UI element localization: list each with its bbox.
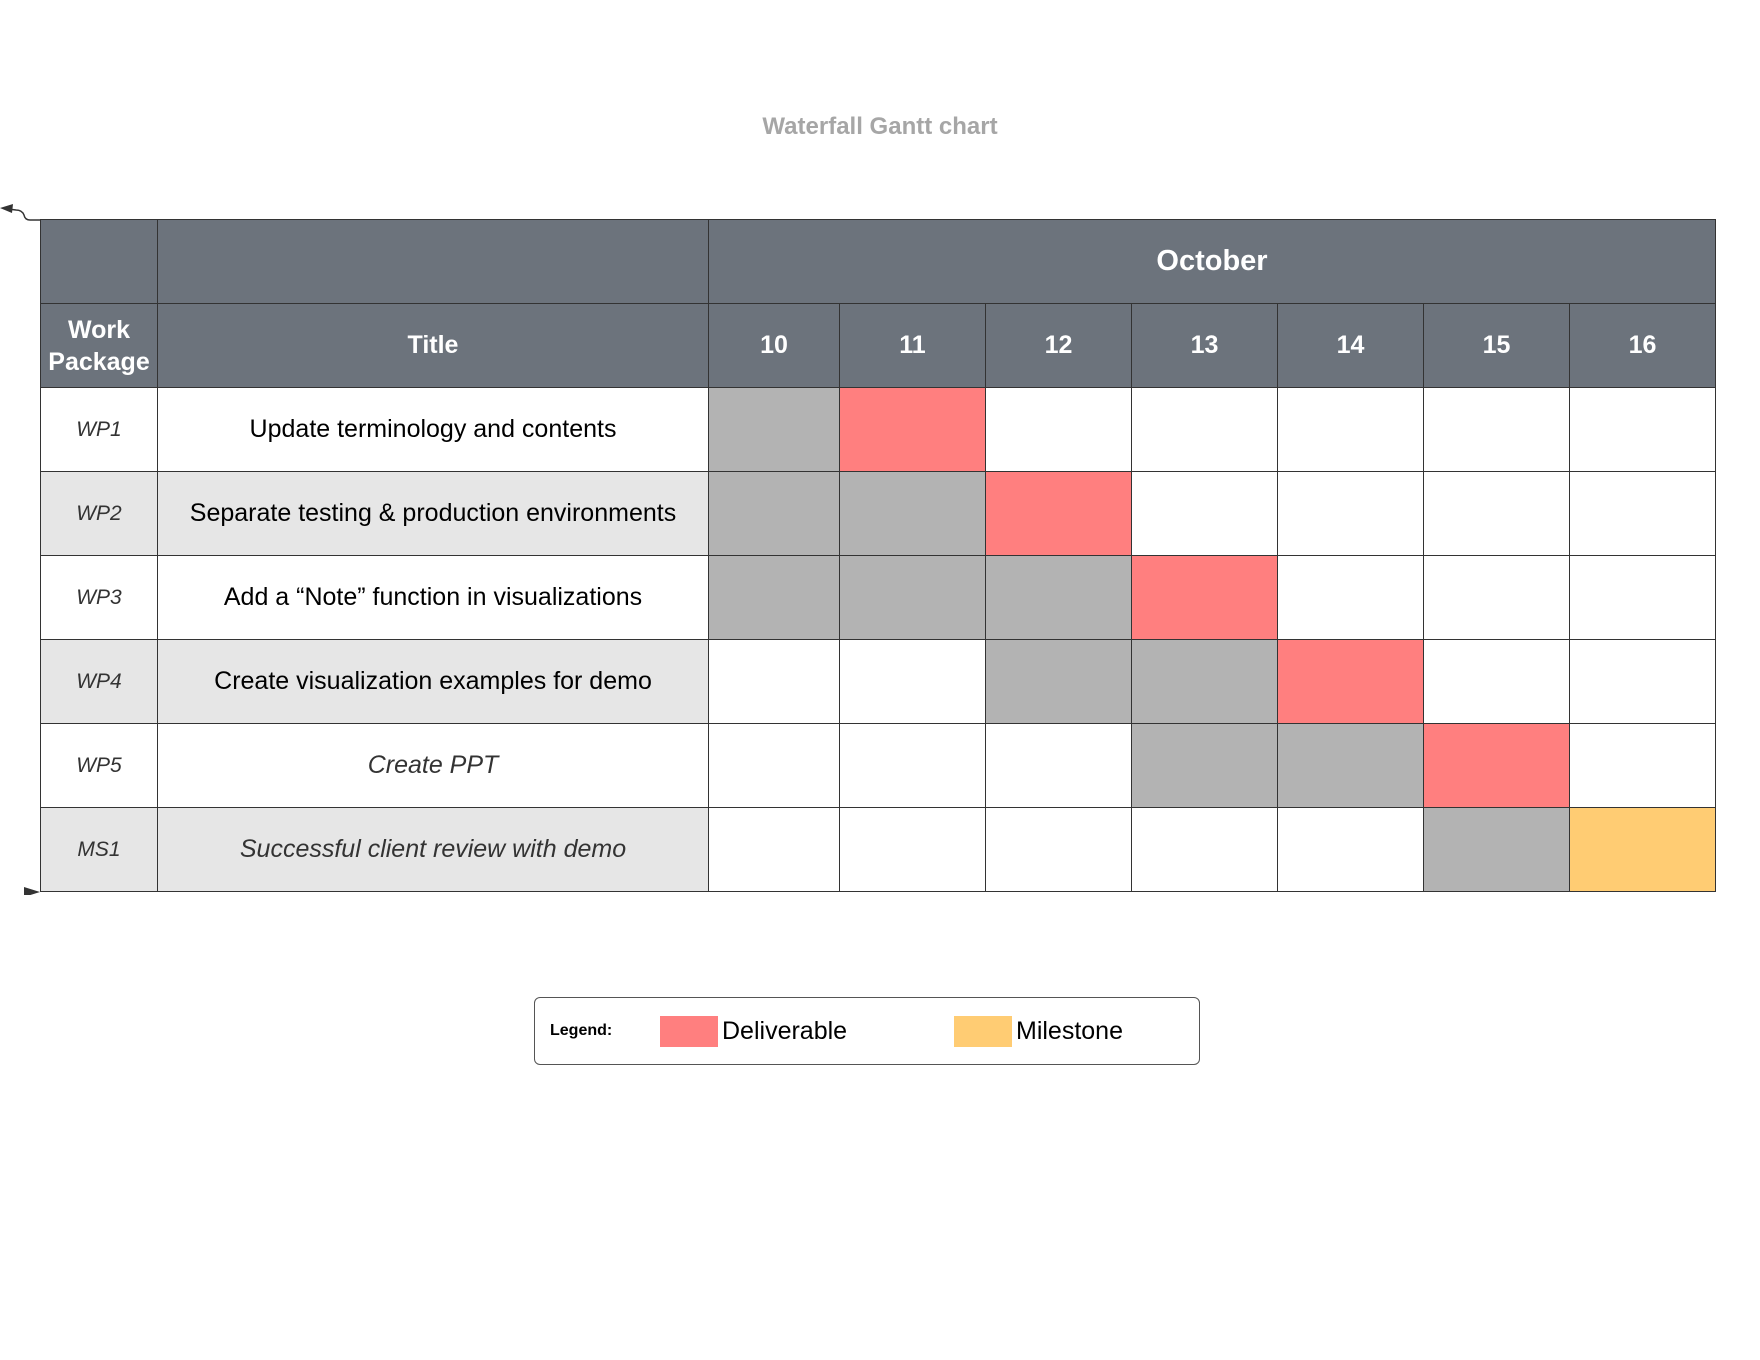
gantt-cell-empty [1423,387,1570,472]
legend-text-milestone: Milestone [1016,1017,1123,1045]
connector-arrow [0,204,40,895]
gantt-cell-empty [708,807,840,892]
gantt-cell-work [708,471,840,556]
gantt-body: WP1 Update terminology and contents WP2 Sep… [40,387,1716,892]
work-package-id: WP4 [40,639,158,724]
gantt-cell-deliverable [1423,723,1570,808]
task-title: Add a “Note” function in visualizations [157,555,709,640]
day-header: 16 [1569,303,1716,388]
blank-header-cell [157,219,709,304]
table-row: WP1 Update terminology and contents [40,387,1716,472]
task-title: Update terminology and contents [157,387,709,472]
table-row: WP3 Add a “Note” function in visualizatio… [40,555,1716,640]
gantt-cell-empty [1277,387,1424,472]
gantt-cell-work [1277,723,1424,808]
gantt-cell-empty [985,723,1132,808]
gantt-cell-empty [839,723,986,808]
gantt-cell-empty [1569,555,1716,640]
gantt-cell-milestone [1569,807,1716,892]
gantt-cell-empty [1131,387,1278,472]
gantt-cell-work [1423,807,1570,892]
title-header: Title [157,303,709,388]
gantt-cell-empty [1569,471,1716,556]
gantt-cell-empty [1131,807,1278,892]
gantt-cell-empty [985,387,1132,472]
gantt-cell-deliverable [1277,639,1424,724]
task-title: Create visualization examples for demo [157,639,709,724]
legend-swatch-milestone [954,1016,1012,1047]
column-header-row: Work Package Title 10 11 12 13 14 15 16 [40,303,1716,388]
gantt-cell-deliverable [1131,555,1278,640]
task-title: Successful client review with demo [157,807,709,892]
gantt-cell-empty [839,807,986,892]
gantt-cell-empty [1569,639,1716,724]
day-header: 11 [839,303,986,388]
work-package-id: WP5 [40,723,158,808]
day-header: 12 [985,303,1132,388]
blank-header-cell [40,219,158,304]
gantt-cell-work [708,555,840,640]
day-header: 15 [1423,303,1570,388]
task-title: Create PPT [157,723,709,808]
legend-text-deliverable: Deliverable [722,1017,848,1045]
table-row: WP4 Create visualization examples for dem… [40,639,1716,724]
gantt-cell-empty [1423,471,1570,556]
gantt-cell-empty [1277,555,1424,640]
gantt-cell-work [708,387,840,472]
legend-swatch-deliverable [660,1016,718,1047]
gantt-cell-work [839,471,986,556]
day-header: 13 [1131,303,1278,388]
gantt-cell-work [985,555,1132,640]
work-package-id: WP2 [40,471,158,556]
gantt-cell-deliverable [985,471,1132,556]
table-row: WP5 Create PPT [40,723,1716,808]
gantt-cell-empty [985,807,1132,892]
day-header: 10 [708,303,840,388]
gantt-cell-empty [708,723,840,808]
arrowhead-bottom-icon [24,887,40,895]
legend: Legend: Deliverable Milestone [534,997,1200,1065]
month-header-row: October [40,219,1716,304]
gantt-cell-empty [1277,807,1424,892]
gantt-cell-empty [1277,471,1424,556]
gantt-cell-empty [839,639,986,724]
legend-label: Legend: [550,1022,613,1039]
gantt-table: October Work Package Title 10 11 12 13 1… [40,219,1716,892]
gantt-cell-empty [1423,555,1570,640]
day-header: 14 [1277,303,1424,388]
gantt-cell-empty [1131,471,1278,556]
table-row: WP2 Separate testing & production environ… [40,471,1716,556]
gantt-cell-work [985,639,1132,724]
task-title: Separate testing & production environmen… [157,471,709,556]
work-package-id: WP3 [40,555,158,640]
chart-title: Waterfall Gantt chart [762,113,998,140]
gantt-cell-empty [708,639,840,724]
table-row: MS1 Successful client review with demo [40,807,1716,892]
gantt-cell-deliverable [839,387,986,472]
gantt-cell-work [1131,723,1278,808]
gantt-cell-empty [1569,723,1716,808]
gantt-cell-empty [1569,387,1716,472]
gantt-cell-empty [1423,639,1570,724]
gantt-cell-work [839,555,986,640]
gantt-cell-work [1131,639,1278,724]
work-package-id: WP1 [40,387,158,472]
work-package-header: Work Package [40,303,158,388]
arrowhead-top-icon [0,204,13,213]
month-header: October [708,219,1716,304]
work-package-id: MS1 [40,807,158,892]
